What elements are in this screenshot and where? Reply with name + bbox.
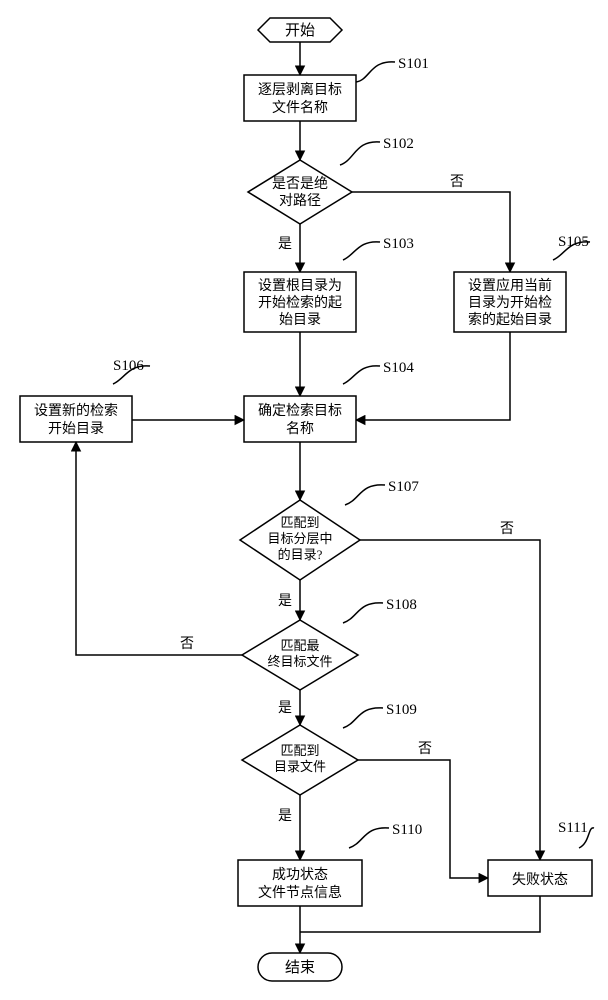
svg-text:终目标文件: 终目标文件 — [267, 654, 332, 669]
svg-text:始目录: 始目录 — [279, 312, 321, 328]
svg-text:名称: 名称 — [286, 421, 314, 437]
svg-text:匹配到: 匹配到 — [280, 515, 319, 530]
flowchart-diagram: 开始 逐层剥离目标 文件名称 S101 是否是绝 对路径 S102 是 否 设置… — [0, 0, 608, 1000]
node-end: 结束 — [258, 953, 342, 981]
svg-text:的目录?: 的目录? — [278, 547, 323, 562]
label-s105: S105 — [558, 234, 589, 250]
label-s109: S109 — [386, 702, 417, 718]
node-s103: 设置根目录为 开始检索的起 始目录 — [244, 272, 356, 332]
label-s103: S103 — [383, 236, 414, 252]
svg-text:是: 是 — [278, 594, 292, 609]
node-s109: 匹配到 目录文件 — [242, 725, 358, 795]
label-s106: S106 — [113, 358, 144, 374]
svg-text:设置新的检索: 设置新的检索 — [34, 402, 118, 419]
svg-text:开始目录: 开始目录 — [48, 421, 104, 437]
svg-text:设置应用当前: 设置应用当前 — [468, 277, 552, 294]
svg-text:否: 否 — [418, 742, 432, 757]
svg-text:逐层剥离目标: 逐层剥离目标 — [258, 81, 342, 98]
node-s104: 确定检索目标 名称 — [244, 396, 356, 442]
svg-text:目录文件: 目录文件 — [274, 759, 326, 774]
node-start: 开始 — [258, 18, 342, 42]
svg-text:目标分层中: 目标分层中 — [267, 531, 332, 546]
svg-text:失败状态: 失败状态 — [512, 872, 568, 888]
label-s108: S108 — [386, 597, 417, 613]
label-s102: S102 — [383, 136, 414, 152]
node-s106: 设置新的检索 开始目录 — [20, 396, 132, 442]
svg-text:确定检索目标: 确定检索目标 — [258, 402, 342, 419]
svg-text:目录为开始检: 目录为开始检 — [468, 295, 552, 311]
svg-text:结束: 结束 — [285, 959, 315, 976]
svg-text:匹配最: 匹配最 — [280, 638, 319, 653]
label-s107: S107 — [388, 479, 419, 495]
svg-text:否: 否 — [500, 522, 514, 537]
node-s105: 设置应用当前 目录为开始检 索的起始目录 — [454, 272, 566, 332]
node-s108: 匹配最 终目标文件 — [242, 620, 358, 690]
node-s101: 逐层剥离目标 文件名称 — [244, 75, 356, 121]
svg-text:是: 是 — [278, 809, 292, 824]
branch-no: 否 — [450, 175, 464, 190]
svg-text:匹配到: 匹配到 — [280, 743, 319, 758]
node-s111: 失败状态 — [488, 860, 592, 896]
svg-text:成功状态: 成功状态 — [272, 867, 328, 883]
node-s102: 是否是绝 对路径 — [248, 160, 352, 224]
svg-text:是: 是 — [278, 701, 292, 716]
svg-text:文件名称: 文件名称 — [272, 100, 328, 116]
label-s111: S111 — [558, 820, 588, 836]
svg-text:开始: 开始 — [285, 22, 315, 39]
node-s107: 匹配到 目标分层中 的目录? — [240, 500, 360, 580]
svg-text:设置根目录为: 设置根目录为 — [258, 278, 342, 294]
label-s110: S110 — [392, 822, 422, 838]
svg-text:开始检索的起: 开始检索的起 — [258, 294, 342, 311]
node-s110: 成功状态 文件节点信息 — [238, 860, 362, 906]
label-s104: S104 — [383, 360, 414, 376]
svg-text:否: 否 — [180, 637, 194, 652]
label-s101: S101 — [398, 56, 429, 72]
svg-text:索的起始目录: 索的起始目录 — [468, 311, 552, 328]
svg-text:对路径: 对路径 — [279, 193, 321, 209]
svg-text:文件节点信息: 文件节点信息 — [258, 884, 342, 901]
svg-text:是否是绝: 是否是绝 — [272, 176, 328, 192]
branch-yes: 是 — [278, 237, 292, 252]
